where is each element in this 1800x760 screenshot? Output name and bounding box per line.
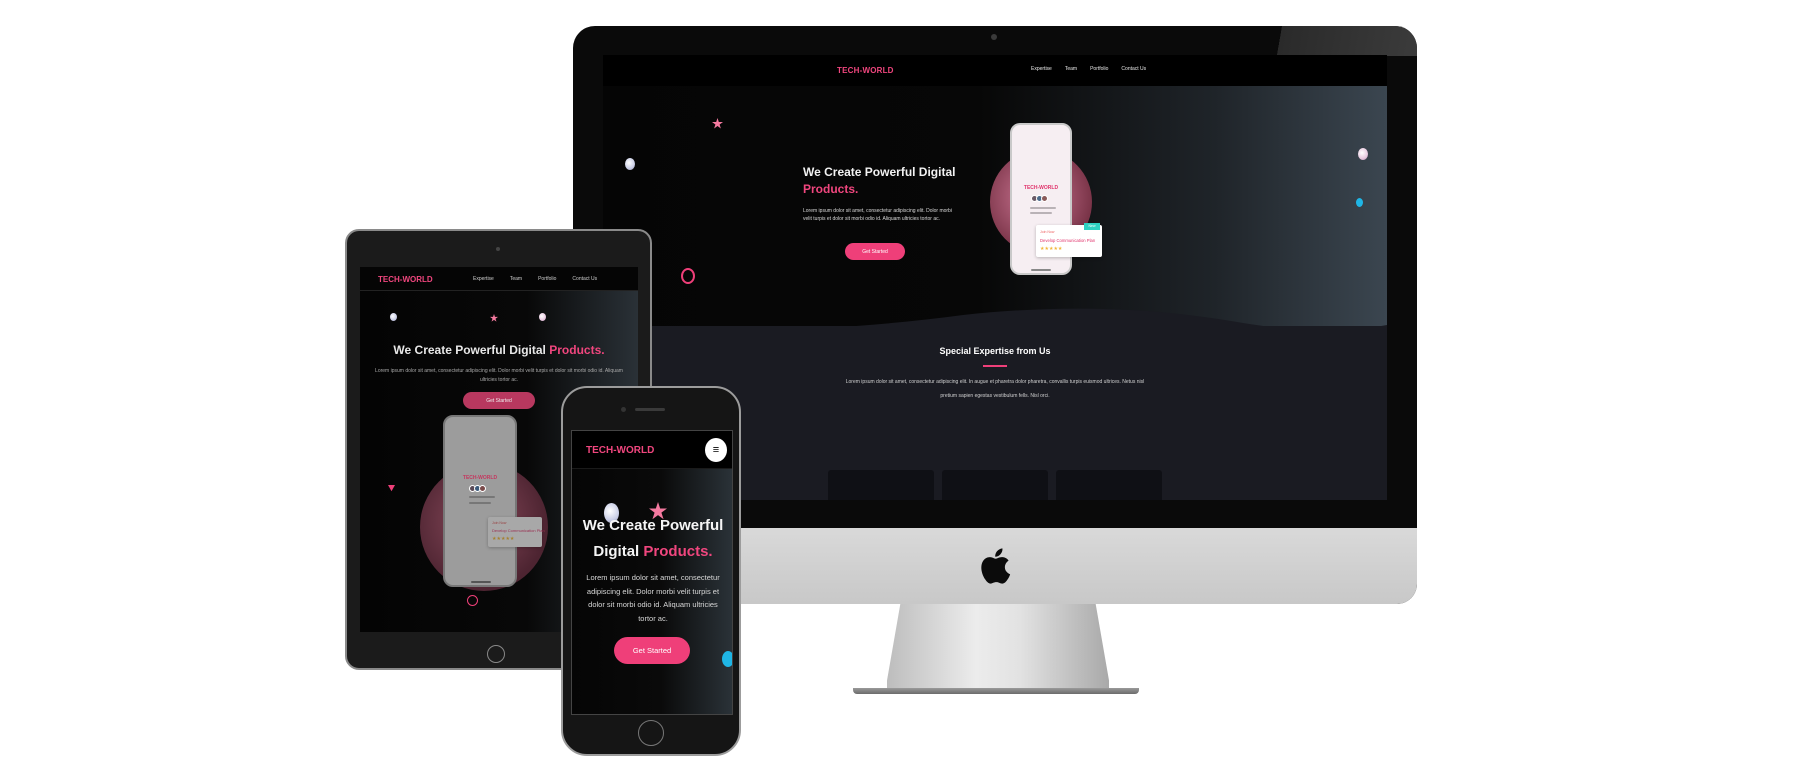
phone-device: TECH-WORLD ≡ We Create Powerful Digital … <box>561 386 741 756</box>
bubble-decoration-right <box>1358 148 1368 160</box>
site-logo[interactable]: TECH-WORLD <box>586 445 654 456</box>
phone-screen: TECH-WORLD ≡ We Create Powerful Digital … <box>571 430 733 715</box>
hero-title-accent: Products. <box>549 343 605 357</box>
bubble-decoration <box>539 313 546 321</box>
expertise-underline <box>983 365 1007 367</box>
tablet-home-button[interactable] <box>487 645 505 663</box>
ring-decoration <box>467 595 478 606</box>
hero-title-main-cont: Digital <box>593 543 640 560</box>
task-card-tag: New <box>1084 223 1100 230</box>
get-started-button[interactable]: Get Started <box>614 637 690 664</box>
rating-stars: ★★★★★ <box>492 536 515 542</box>
task-card: Join Now Develop Communication Plan ★★★★… <box>1036 223 1102 257</box>
hero-phone-mockup: TECH-WORLD <box>443 415 517 587</box>
expertise-card[interactable] <box>1056 470 1162 500</box>
mockup-avatars <box>1031 195 1048 202</box>
bubble-decoration <box>390 313 397 321</box>
task-card-title: Develop Communication Plan <box>1040 238 1096 243</box>
responsive-mockup: TECH-WORLD Expertise Team Portfolio Cont… <box>0 0 1800 760</box>
mockup-home-bar <box>471 581 491 583</box>
desktop-stand-foot <box>853 688 1139 694</box>
mockup-avatars <box>469 485 486 492</box>
hero-title-main: We Create Powerful Digital <box>393 343 546 357</box>
nav-link-portfolio[interactable]: Portfolio <box>1090 66 1108 72</box>
hero-title-main: We Create Powerful <box>582 517 724 534</box>
expertise-card[interactable] <box>942 470 1048 500</box>
tablet-navbar: TECH-WORLD Expertise Team Portfolio Cont… <box>360 267 638 291</box>
expertise-title: Special Expertise from Us <box>939 346 1051 356</box>
hero-title-accent: Products. <box>803 182 859 196</box>
hero-title-accent: Products. <box>643 543 713 560</box>
hamburger-icon[interactable]: ≡ <box>705 438 727 462</box>
hero-description: Lorem ipsum dolor sit amet, consectetur … <box>375 368 623 383</box>
get-started-button[interactable]: Get Started <box>845 243 905 260</box>
site-logo[interactable]: TECH-WORLD <box>378 275 433 284</box>
expertise-card[interactable] <box>828 470 934 500</box>
phone-speaker <box>635 408 665 411</box>
nav-link-portfolio[interactable]: Portfolio <box>538 276 556 282</box>
hero-description: Lorem ipsum dolor sit amet, consectetur … <box>803 208 952 222</box>
phone-home-button[interactable] <box>638 720 664 746</box>
hero-description: Lorem ipsum dolor sit amet, consectetur … <box>586 573 720 623</box>
phone-camera <box>621 407 626 412</box>
nav-link-expertise[interactable]: Expertise <box>473 276 494 282</box>
desktop-camera <box>991 34 997 40</box>
star-icon <box>712 118 723 129</box>
desktop-navbar: TECH-WORLD Expertise Team Portfolio Cont… <box>603 55 1387 86</box>
hero-title-main: We Create Powerful Digital <box>803 165 956 179</box>
rating-stars: ★★★★★ <box>1040 246 1063 252</box>
hero-title: We Create Powerful Digital Products. <box>803 164 955 198</box>
nav-link-contact[interactable]: Contact Us <box>1121 66 1146 72</box>
mockup-text-line <box>1030 207 1056 209</box>
triangle-icon <box>388 485 395 492</box>
bezel-glare <box>1247 26 1417 56</box>
mockup-text-line <box>469 496 495 498</box>
bubble-decoration <box>625 158 635 170</box>
tablet-camera <box>496 247 500 251</box>
mockup-text-line <box>469 502 491 504</box>
phone-navbar: TECH-WORLD ≡ <box>572 431 732 469</box>
desktop-stand <box>887 604 1109 694</box>
cyan-dot-decoration <box>722 651 732 667</box>
nav-link-team[interactable]: Team <box>510 276 522 282</box>
hero-title: We Create Powerful Digital Products. <box>572 513 732 565</box>
mockup-home-bar <box>1031 269 1051 271</box>
mockup-text-line <box>1030 212 1052 214</box>
get-started-button[interactable]: Get Started <box>463 392 535 409</box>
ring-decoration <box>681 268 695 284</box>
task-card-title: Develop Communication Plan <box>492 528 545 533</box>
nav-links: Expertise Team Portfolio Contact Us <box>1031 66 1146 72</box>
mockup-logo: TECH-WORLD <box>462 475 498 481</box>
task-card-label: Join Now <box>1040 230 1055 234</box>
mockup-logo: TECH-WORLD <box>1023 185 1059 191</box>
nav-link-contact[interactable]: Contact Us <box>572 276 597 282</box>
nav-link-expertise[interactable]: Expertise <box>1031 66 1052 72</box>
cyan-dot-decoration <box>1356 198 1363 207</box>
nav-links: Expertise Team Portfolio Contact Us <box>473 276 597 282</box>
hero-title: We Create Powerful Digital Products. <box>360 343 638 357</box>
expertise-cards <box>828 470 1162 500</box>
site-logo[interactable]: TECH-WORLD <box>837 66 894 75</box>
expertise-description: Lorem ipsum dolor sit amet, consectetur … <box>845 379 1145 399</box>
task-card: Join Now Develop Communication Plan ★★★★… <box>488 517 545 547</box>
apple-logo-icon <box>981 548 1011 584</box>
star-icon <box>490 314 498 322</box>
nav-link-team[interactable]: Team <box>1065 66 1077 72</box>
task-card-label: Join Now <box>492 521 507 525</box>
